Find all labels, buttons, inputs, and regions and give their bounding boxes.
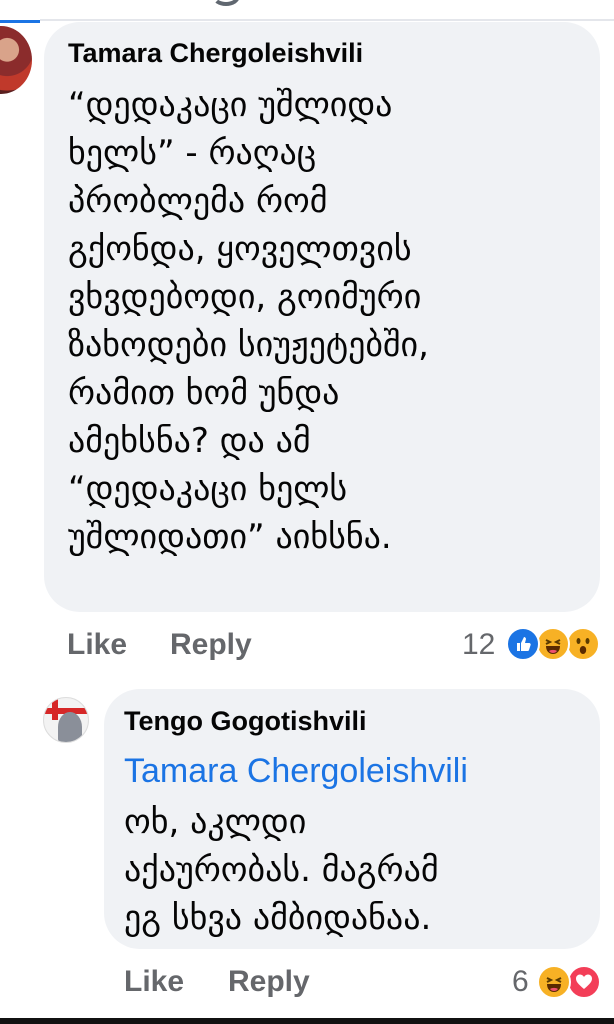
mention-link[interactable]: Tamara Chergoleishvili — [124, 752, 468, 791]
partial-icon — [212, 0, 240, 6]
bottom-edge — [0, 1018, 614, 1024]
haha-icon[interactable] — [537, 965, 571, 999]
flag-icon — [52, 698, 58, 720]
wow-icon[interactable] — [566, 627, 600, 661]
avatar[interactable] — [0, 26, 32, 94]
love-icon[interactable] — [567, 965, 601, 999]
reply-author[interactable]: Tengo Gogotishvili — [124, 706, 367, 737]
reaction-count[interactable]: 12 — [462, 628, 495, 662]
active-tab-indicator — [0, 0, 40, 23]
reply-button[interactable]: Reply — [228, 965, 310, 999]
like-button[interactable]: Like — [124, 965, 184, 999]
reply-button[interactable]: Reply — [170, 628, 252, 662]
like-icon[interactable] — [506, 627, 540, 661]
like-button[interactable]: Like — [67, 628, 127, 662]
reaction-count[interactable]: 6 — [512, 965, 529, 999]
divider — [40, 19, 614, 21]
haha-icon[interactable] — [536, 627, 570, 661]
comment-text: “დედაკაცი უშლიდა ხელს” - რაღაც პრობლემა … — [68, 85, 429, 557]
avatar[interactable] — [43, 697, 89, 743]
person-icon — [58, 712, 82, 742]
comment-author[interactable]: Tamara Chergoleishvili — [68, 38, 363, 69]
reply-text: ოხ, აკლდი აქაურობას. მაგრამ ეგ სხვა ამბი… — [124, 802, 439, 938]
